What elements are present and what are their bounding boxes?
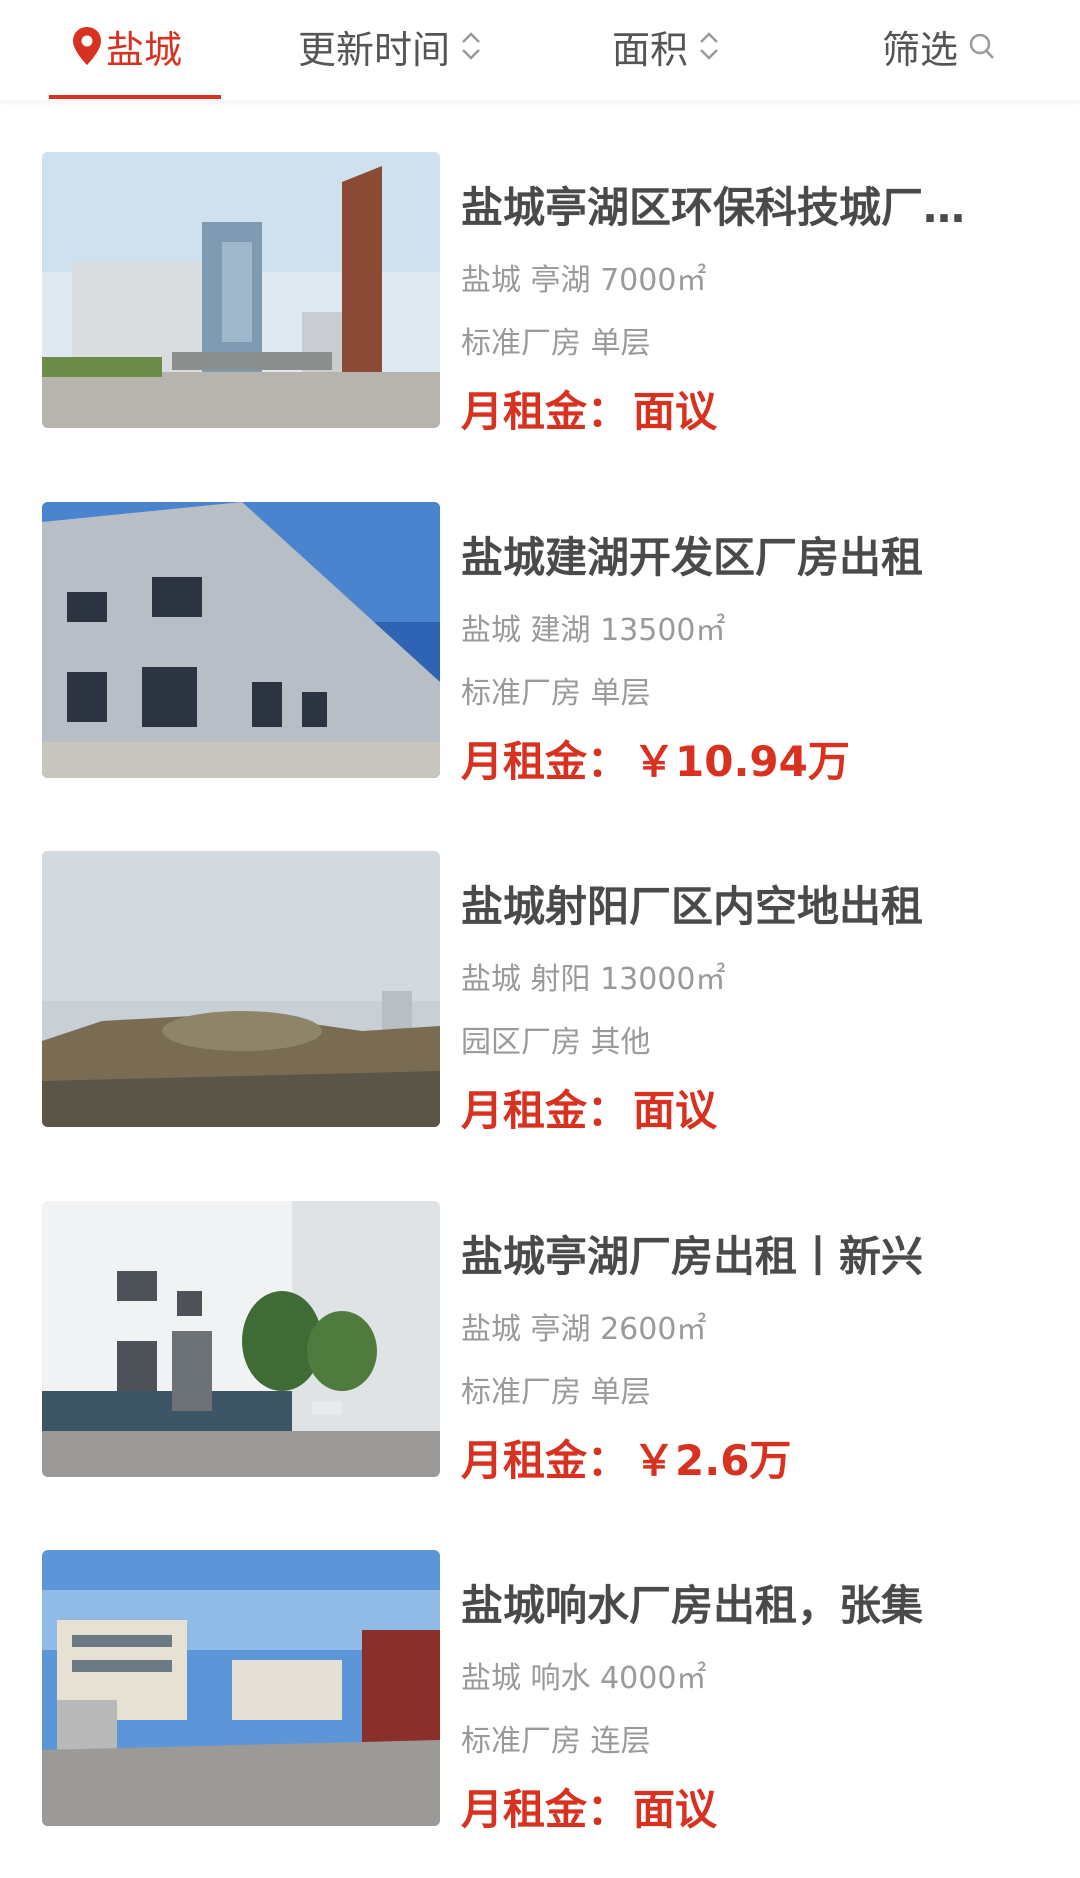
listing-price: 月租金：面议 xyxy=(461,1776,717,1837)
listing-card[interactable]: 盐城射阳厂区内空地出租 盐城 射阳 13000㎡ 园区厂房 其他 月租金：面议 xyxy=(0,851,1080,1141)
update-time-sort[interactable]: 更新时间 xyxy=(298,18,482,74)
listing-location: 盐城 响水 4000㎡ xyxy=(461,1661,707,1696)
sort-arrows-icon xyxy=(460,29,482,63)
price-value: ￥2.6万 xyxy=(633,1436,792,1485)
listing-type: 标准厂房 单层 xyxy=(461,676,651,711)
price-value: 面议 xyxy=(633,387,718,436)
listing-photo xyxy=(42,1201,440,1477)
listing-location: 盐城 建湖 13500㎡ xyxy=(461,613,726,648)
listing-photo xyxy=(42,502,440,778)
filter-label: 筛选 xyxy=(882,27,959,72)
listing-photo xyxy=(42,1550,440,1826)
listing-location: 盐城 亭湖 2600㎡ xyxy=(461,1312,707,1347)
listing-price: 月租金：面议 xyxy=(461,378,717,439)
price-label: 月租金： xyxy=(461,1086,630,1135)
listing-location: 盐城 射阳 13000㎡ xyxy=(461,962,726,997)
price-label: 月租金： xyxy=(461,387,630,436)
city-filter[interactable]: 盐城 xyxy=(72,18,182,74)
listing-title: 盐城亭湖厂房出租丨新兴 xyxy=(461,1232,924,1281)
listing-card[interactable]: 盐城响水厂房出租，张集 盐城 响水 4000㎡ 标准厂房 连层 月租金：面议 xyxy=(0,1550,1080,1840)
area-label: 面积 xyxy=(612,27,689,72)
city-filter-label: 盐城 xyxy=(106,27,183,72)
listing-photo xyxy=(42,851,440,1127)
listing-location: 盐城 亭湖 7000㎡ xyxy=(461,263,707,298)
location-pin-icon xyxy=(72,26,102,66)
sort-arrows-icon xyxy=(698,29,720,63)
area-sort[interactable]: 面积 xyxy=(612,18,720,74)
listing-photo xyxy=(42,152,440,428)
listing-card[interactable]: 盐城亭湖区环保科技城厂房出租 盐城 亭湖 7000㎡ 标准厂房 单层 月租金：面… xyxy=(0,152,1080,442)
listing-title: 盐城响水厂房出租，张集 xyxy=(461,1581,924,1630)
price-label: 月租金： xyxy=(461,1436,630,1485)
listing-price: 月租金：面议 xyxy=(461,1077,717,1138)
active-tab-indicator xyxy=(49,95,221,99)
price-value: 面议 xyxy=(633,1785,718,1834)
filter-bar: 盐城 更新时间 面积 筛选 xyxy=(0,0,1080,100)
listing-type: 标准厂房 单层 xyxy=(461,326,651,361)
filter-button[interactable]: 筛选 xyxy=(882,18,996,74)
price-value: 面议 xyxy=(633,1086,718,1135)
update-time-label: 更新时间 xyxy=(298,27,451,72)
listing-title: 盐城射阳厂区内空地出租 xyxy=(461,882,924,931)
listing-card[interactable]: 盐城亭湖厂房出租丨新兴 盐城 亭湖 2600㎡ 标准厂房 单层 月租金：￥2.6… xyxy=(0,1201,1080,1491)
search-icon xyxy=(968,31,996,61)
listing-title: 盐城建湖开发区厂房出租 xyxy=(461,533,924,582)
listing-type: 标准厂房 连层 xyxy=(461,1724,651,1759)
price-value: ￥10.94万 xyxy=(633,737,850,786)
listing-type: 标准厂房 单层 xyxy=(461,1375,651,1410)
listing-price: 月租金：￥2.6万 xyxy=(461,1427,791,1488)
listing-card[interactable]: 盐城建湖开发区厂房出租 盐城 建湖 13500㎡ 标准厂房 单层 月租金：￥10… xyxy=(0,502,1080,792)
listing-type: 园区厂房 其他 xyxy=(461,1025,651,1060)
price-label: 月租金： xyxy=(461,737,630,786)
listing-title: 盐城亭湖区环保科技城厂房出租 xyxy=(461,183,1001,232)
price-label: 月租金： xyxy=(461,1785,630,1834)
listing-price: 月租金：￥10.94万 xyxy=(461,728,850,789)
